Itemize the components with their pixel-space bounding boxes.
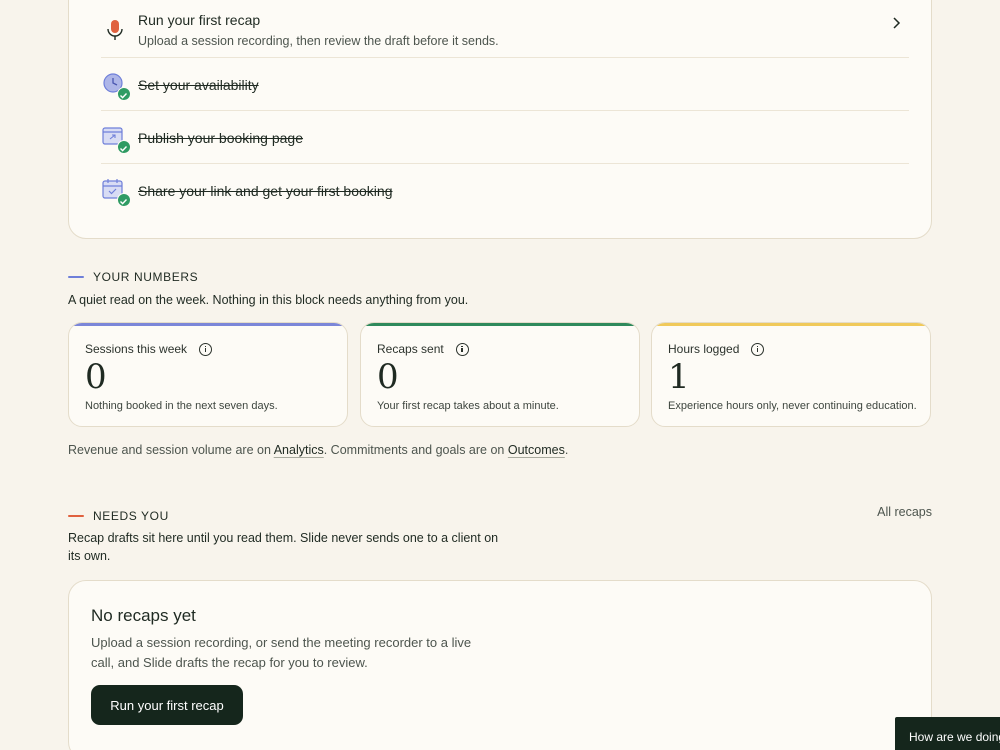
metric-note: Your first recap takes about a minute.	[377, 400, 559, 412]
calendar-icon	[101, 177, 131, 207]
clock-icon	[101, 71, 131, 101]
outcomes-link[interactable]: Outcomes	[508, 443, 565, 457]
metric-header: Recaps sent	[377, 342, 469, 356]
checkmark-icon	[117, 140, 131, 154]
metric-accent-bar	[652, 323, 930, 326]
metric-value: 0	[377, 357, 399, 397]
metric-value: 0	[85, 357, 107, 397]
info-icon[interactable]	[751, 342, 765, 356]
metric-header: Sessions this week	[85, 342, 213, 356]
onboarding-step-title: Run your first recap	[138, 12, 261, 28]
onboarding-step-subtitle: Upload a session recording, then review …	[138, 34, 499, 48]
feedback-tab[interactable]: How are we doing?	[895, 717, 1000, 750]
section-label: YOUR NUMBERS	[93, 270, 199, 284]
your-numbers-description: A quiet read on the week. Nothing in thi…	[68, 293, 469, 307]
section-accent-dash	[68, 276, 84, 278]
onboarding-step-availability[interactable]: Set your availability	[101, 71, 909, 101]
metric-label: Sessions this week	[85, 342, 188, 356]
onboarding-checklist-card: Run your first recap Upload a session re…	[68, 0, 932, 239]
onboarding-step-title: Set your availability	[138, 77, 259, 93]
analytics-link[interactable]: Analytics	[274, 443, 324, 457]
footer-text: .	[564, 443, 569, 457]
divider	[101, 163, 909, 164]
onboarding-step-title: Publish your booking page	[138, 130, 304, 146]
your-numbers-heading: YOUR NUMBERS	[68, 270, 198, 284]
checkmark-icon	[117, 87, 131, 101]
metric-accent-bar	[69, 323, 347, 326]
section-label: NEEDS YOU	[93, 509, 169, 523]
onboarding-step-title: Share your link and get your first booki…	[138, 183, 393, 199]
chevron-right-icon[interactable]	[891, 14, 901, 35]
metric-label: Hours logged	[668, 342, 740, 356]
metric-header: Hours logged	[668, 342, 765, 356]
metric-label: Recaps sent	[377, 342, 444, 356]
recaps-empty-state-card: No recaps yet Upload a session recording…	[68, 580, 932, 750]
divider	[101, 57, 909, 58]
onboarding-step-run-recap[interactable]: Run your first recap Upload a session re…	[101, 12, 909, 48]
metric-card-recaps-sent: Recaps sent 0 Your first recap takes abo…	[360, 322, 640, 427]
empty-state-body: Upload a session recording, or send the …	[91, 635, 472, 670]
onboarding-step-text: Run your first recap Upload a session re…	[138, 12, 499, 48]
divider	[101, 110, 909, 111]
info-icon[interactable]	[199, 342, 213, 356]
needs-you-heading: NEEDS YOU	[68, 509, 169, 523]
footer-text: Revenue and session volume are on	[68, 443, 274, 457]
onboarding-step-booking-page[interactable]: Publish your booking page	[101, 124, 909, 154]
microphone-icon	[101, 16, 129, 44]
numbers-footer-text: Revenue and session volume are on Analyt…	[68, 443, 568, 457]
section-accent-dash	[68, 515, 84, 517]
dashboard-page: Run your first recap Upload a session re…	[0, 0, 1000, 750]
onboarding-step-share-link[interactable]: Share your link and get your first booki…	[101, 177, 909, 207]
all-recaps-link[interactable]: All recaps	[877, 505, 932, 519]
metric-value: 1	[668, 357, 690, 397]
footer-text: . Commitments and goals are on	[323, 443, 508, 457]
empty-state-title: No recaps yet	[91, 606, 196, 625]
checkmark-icon	[117, 193, 131, 207]
needs-you-description: Recap drafts sit here until you read the…	[68, 531, 499, 563]
info-icon[interactable]	[455, 342, 469, 356]
metric-note: Experience hours only, never continuing …	[668, 400, 917, 412]
metric-card-sessions: Sessions this week 0 Nothing booked in t…	[68, 322, 348, 427]
metric-accent-bar	[361, 323, 639, 326]
metric-card-hours-logged: Hours logged 1 Experience hours only, ne…	[651, 322, 931, 427]
metric-note: Nothing booked in the next seven days.	[85, 400, 278, 412]
run-first-recap-button[interactable]: Run your first recap	[91, 685, 243, 725]
browser-window-icon	[101, 124, 131, 154]
